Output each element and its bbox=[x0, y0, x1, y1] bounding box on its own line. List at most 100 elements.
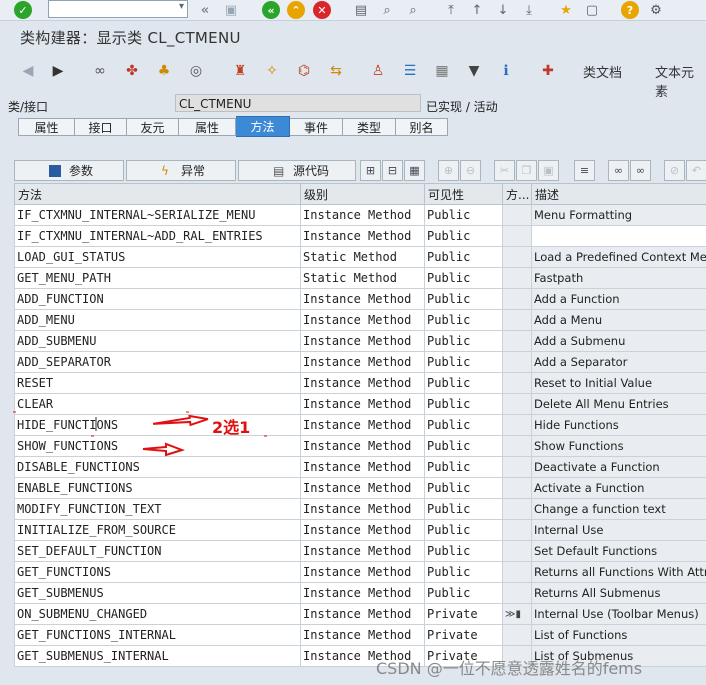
level-cell[interactable]: Instance Method bbox=[300, 540, 425, 562]
tab-interfaces[interactable]: 接口 bbox=[75, 118, 127, 136]
modeled-cell[interactable] bbox=[502, 540, 532, 562]
hierarchy-icon[interactable]: ♜ bbox=[230, 61, 250, 81]
tab-types[interactable]: 类型 bbox=[343, 118, 396, 136]
find-icon[interactable]: ⌕ bbox=[378, 1, 396, 19]
visibility-cell[interactable]: Public bbox=[424, 561, 503, 583]
level-cell[interactable]: Instance Method bbox=[300, 603, 425, 625]
info-icon[interactable]: ℹ bbox=[496, 61, 516, 81]
method-cell[interactable]: ENABLE_FUNCTIONS bbox=[14, 477, 301, 499]
network-icon[interactable]: ✚ bbox=[538, 61, 558, 81]
method-cell[interactable]: GET_FUNCTIONS_INTERNAL bbox=[14, 624, 301, 646]
table-row[interactable]: CLEAR Instance Method Public Delete All Men… bbox=[14, 393, 706, 415]
tab-aliases[interactable]: 别名 bbox=[396, 118, 448, 136]
description-cell[interactable]: Reset to Initial Value bbox=[531, 372, 706, 394]
align-icon[interactable]: ≡ bbox=[574, 160, 595, 181]
filter-details-icon[interactable]: ⊞ bbox=[360, 160, 381, 181]
paste-icon[interactable]: ▣ bbox=[538, 160, 559, 181]
modeled-cell[interactable] bbox=[502, 582, 532, 604]
modeled-cell[interactable] bbox=[502, 288, 532, 310]
method-cell[interactable]: SET_DEFAULT_FUNCTION bbox=[14, 540, 301, 562]
level-cell[interactable]: Instance Method bbox=[300, 393, 425, 415]
next-page-icon[interactable]: ↓ bbox=[494, 1, 512, 19]
description-cell[interactable]: Internal Use (Toolbar Menus) bbox=[531, 603, 706, 625]
method-cell[interactable]: MODIFY_FUNCTION_TEXT bbox=[14, 498, 301, 520]
table-row[interactable]: RESET Instance Method Public Reset to Initi… bbox=[14, 372, 706, 394]
description-cell[interactable]: Change a function text bbox=[531, 498, 706, 520]
visibility-cell[interactable]: Public bbox=[424, 456, 503, 478]
visibility-cell[interactable]: Public bbox=[424, 435, 503, 457]
source-code-button[interactable]: ▤ 源代码 bbox=[238, 160, 356, 181]
modeled-cell[interactable] bbox=[502, 624, 532, 646]
description-cell[interactable]: List of Functions bbox=[531, 624, 706, 646]
level-cell[interactable]: Instance Method bbox=[300, 351, 425, 373]
description-cell[interactable]: Add a Menu bbox=[531, 309, 706, 331]
method-cell[interactable]: GET_SUBMENUS bbox=[14, 582, 301, 604]
description-cell[interactable]: Add a Submenu bbox=[531, 330, 706, 352]
exit-icon[interactable]: ⌃ bbox=[287, 1, 305, 19]
chevron-down-icon[interactable]: ▾ bbox=[179, 1, 184, 12]
description-cell[interactable]: Menu Formatting bbox=[531, 204, 706, 226]
settings-icon[interactable]: ⚙ bbox=[647, 1, 665, 19]
method-cell[interactable]: SHOW_FUNCTIONS bbox=[14, 435, 301, 457]
description-cell[interactable]: Returns all Functions With Attributes bbox=[531, 561, 706, 583]
grid-icon[interactable]: ▦ bbox=[404, 160, 425, 181]
description-cell[interactable]: Delete All Menu Entries bbox=[531, 393, 706, 415]
level-cell[interactable]: Instance Method bbox=[300, 225, 425, 247]
table-row[interactable]: GET_FUNCTIONS Instance Method Public Return… bbox=[14, 561, 706, 583]
first-page-icon[interactable]: ⤒ bbox=[442, 1, 460, 19]
zoom-icon[interactable]: ⊘ bbox=[664, 160, 685, 181]
table-row[interactable]: MODIFY_FUNCTION_TEXT Instance Method Publi… bbox=[14, 498, 706, 520]
back-arrow-icon[interactable]: ◀ bbox=[18, 61, 38, 81]
details-icon[interactable]: ⊟ bbox=[382, 160, 403, 181]
method-cell[interactable]: ADD_MENU bbox=[14, 309, 301, 331]
column-header-modeled[interactable]: 方... bbox=[502, 183, 532, 205]
description-cell[interactable]: Add a Function bbox=[531, 288, 706, 310]
level-cell[interactable]: Instance Method bbox=[300, 372, 425, 394]
level-cell[interactable]: Instance Method bbox=[300, 456, 425, 478]
layout-icon[interactable]: ▢ bbox=[583, 1, 601, 19]
prev-page-icon[interactable]: ↑ bbox=[468, 1, 486, 19]
level-cell[interactable]: Static Method bbox=[300, 246, 425, 268]
visibility-cell[interactable]: Public bbox=[424, 372, 503, 394]
table-row[interactable]: GET_SUBMENUS Instance Method Public Returns… bbox=[14, 582, 706, 604]
description-cell[interactable]: Returns All Submenus bbox=[531, 582, 706, 604]
description-cell[interactable]: Add a Separator bbox=[531, 351, 706, 373]
undo-icon[interactable]: ↶ bbox=[686, 160, 706, 181]
class-docs-button[interactable]: 类文档 bbox=[583, 62, 622, 81]
visibility-cell[interactable]: Private bbox=[424, 624, 503, 646]
description-cell[interactable]: Activate a Function bbox=[531, 477, 706, 499]
method-cell[interactable]: CLEAR bbox=[14, 393, 301, 415]
method-cell[interactable]: IF_CTXMNU_INTERNAL~ADD_RAL_ENTRIES bbox=[14, 225, 301, 247]
visibility-cell[interactable]: Public bbox=[424, 246, 503, 268]
text-elements-button[interactable]: 文本元素 bbox=[655, 62, 706, 100]
description-cell[interactable]: Internal Use bbox=[531, 519, 706, 541]
list-icon[interactable]: ☰ bbox=[400, 61, 420, 81]
table-row[interactable]: DISABLE_FUNCTIONS Instance Method Public De… bbox=[14, 456, 706, 478]
modeled-cell[interactable] bbox=[502, 372, 532, 394]
modeled-cell[interactable] bbox=[502, 267, 532, 289]
save-icon[interactable]: ▣ bbox=[222, 1, 240, 19]
modeled-cell[interactable] bbox=[502, 456, 532, 478]
method-cell[interactable]: INITIALIZE_FROM_SOURCE bbox=[14, 519, 301, 541]
table-row[interactable]: GET_MENU_PATH Static Method Public Fastpath bbox=[14, 267, 706, 289]
method-cell[interactable]: ADD_SEPARATOR bbox=[14, 351, 301, 373]
modeled-cell[interactable] bbox=[502, 204, 532, 226]
visibility-cell[interactable]: Public bbox=[424, 225, 503, 247]
visibility-cell[interactable]: Public bbox=[424, 309, 503, 331]
method-cell[interactable]: GET_MENU_PATH bbox=[14, 267, 301, 289]
table-row[interactable]: INITIALIZE_FROM_SOURCE Instance Method Pub… bbox=[14, 519, 706, 541]
tab-methods[interactable]: 方法 bbox=[236, 116, 290, 137]
level-cell[interactable]: Instance Method bbox=[300, 561, 425, 583]
visibility-cell[interactable]: Public bbox=[424, 393, 503, 415]
modeled-cell[interactable] bbox=[502, 351, 532, 373]
level-cell[interactable]: Instance Method bbox=[300, 330, 425, 352]
method-cell[interactable]: IF_CTXMNU_INTERNAL~SERIALIZE_MENU bbox=[14, 204, 301, 226]
table-row[interactable]: SET_DEFAULT_FUNCTION Instance Method Publi… bbox=[14, 540, 706, 562]
column-header-visibility[interactable]: 可见性 bbox=[424, 183, 503, 205]
modeled-cell[interactable] bbox=[502, 246, 532, 268]
exceptions-button[interactable]: ϟ 异常 bbox=[126, 160, 236, 181]
method-cell[interactable]: RESET bbox=[14, 372, 301, 394]
level-cell[interactable]: Instance Method bbox=[300, 435, 425, 457]
filter-icon[interactable]: ▼ bbox=[464, 61, 484, 81]
cut-icon[interactable]: ✂ bbox=[494, 160, 515, 181]
